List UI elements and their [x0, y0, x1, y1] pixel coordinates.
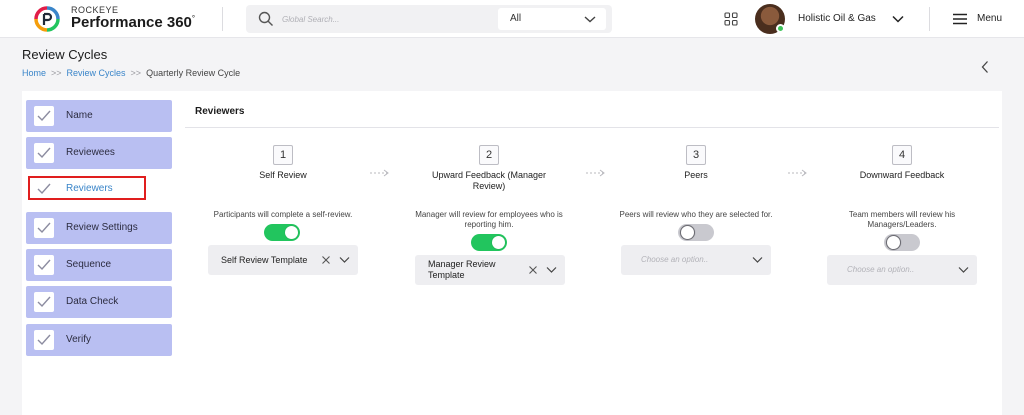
breadcrumb-current: Quarterly Review Cycle	[146, 68, 241, 78]
step-title: Downward Feedback	[859, 170, 945, 180]
peers-template-select[interactable]: Choose an option..	[621, 245, 771, 275]
manager-review-template-select[interactable]: Manager Review Template	[415, 255, 565, 285]
sidebar-item-label: Verify	[66, 334, 92, 345]
reviewers-panel: Reviewers 1 Self Review Participants wil…	[173, 91, 1002, 415]
dotted-arrow-icon	[586, 169, 605, 177]
sidebar-item-label: Review Settings	[66, 222, 138, 233]
sidebar-item-label: Sequence	[66, 259, 112, 270]
step-title: Self Review	[259, 170, 307, 180]
chevron-down-icon	[584, 16, 596, 23]
step-number: 2	[479, 145, 499, 165]
dotted-arrow-icon	[370, 169, 389, 177]
check-icon	[34, 106, 54, 126]
step-description: Peers will review who they are selected …	[619, 210, 773, 219]
active-step-highlight	[28, 176, 146, 200]
brand-name: Performance 360°	[71, 14, 196, 31]
self-review-toggle[interactable]	[264, 224, 300, 241]
apps-grid-icon[interactable]	[724, 12, 738, 26]
organization-name[interactable]: Holistic Oil & Gas	[798, 13, 876, 24]
divider	[185, 127, 999, 128]
section-title: Reviewers	[195, 106, 245, 117]
breadcrumb-review-cycles[interactable]: Review Cycles	[67, 68, 126, 78]
peers-toggle[interactable]	[678, 224, 714, 241]
step-title: Upward Feedback (Manager Review)	[431, 170, 547, 191]
toggle-knob	[492, 236, 505, 249]
menu-button[interactable]: Menu	[977, 13, 1002, 24]
toggle-knob	[680, 225, 695, 240]
sidebar-item-review-settings[interactable]: Review Settings	[26, 212, 172, 244]
sidebar-item-name[interactable]: Name	[26, 100, 172, 132]
breadcrumb: Home >> Review Cycles >> Quarterly Review Cy…	[22, 68, 240, 78]
step-description: Team members will review his Managers/Le…	[848, 210, 956, 229]
step-number: 1	[273, 145, 293, 165]
breadcrumb-separator: >>	[130, 68, 142, 78]
select-value: Manager Review Template	[428, 259, 496, 280]
check-icon	[34, 330, 54, 350]
sidebar-item-reviewees[interactable]: Reviewees	[26, 137, 172, 169]
chevron-down-icon[interactable]	[891, 13, 905, 25]
chevron-down-icon[interactable]	[752, 256, 763, 264]
top-bar: ROCKEYE Performance 360° All Holistic Oi…	[0, 0, 1024, 38]
global-search[interactable]: All	[246, 5, 612, 33]
sidebar-item-label: Name	[66, 110, 93, 121]
check-icon	[34, 292, 54, 312]
toggle-knob	[285, 226, 298, 239]
divider	[929, 7, 930, 31]
downward-feedback-toggle[interactable]	[884, 234, 920, 251]
select-placeholder: Choose an option..	[847, 265, 915, 274]
rockeye-logo-icon	[34, 6, 60, 32]
dotted-arrow-icon	[788, 169, 807, 177]
step-number: 4	[892, 145, 912, 165]
online-status-dot	[776, 24, 785, 33]
search-icon	[258, 11, 273, 26]
sidebar-item-label: Data Check	[66, 296, 119, 307]
chevron-left-icon[interactable]	[979, 60, 991, 74]
check-icon	[34, 255, 54, 275]
chevron-down-icon[interactable]	[958, 266, 969, 274]
toggle-knob	[886, 235, 901, 250]
search-input[interactable]	[282, 11, 472, 27]
select-placeholder: Choose an option..	[641, 255, 709, 264]
chevron-down-icon[interactable]	[339, 256, 350, 264]
clear-icon[interactable]	[321, 255, 331, 265]
divider	[222, 7, 223, 31]
clear-icon[interactable]	[528, 265, 538, 275]
hamburger-menu-icon[interactable]	[952, 13, 968, 25]
upward-feedback-toggle[interactable]	[471, 234, 507, 251]
page-title: Review Cycles	[22, 47, 108, 62]
sidebar-item-label: Reviewees	[66, 147, 115, 158]
select-value: Self Review Template	[221, 255, 308, 265]
sidebar-item-verify[interactable]: Verify	[26, 324, 172, 356]
check-icon	[34, 143, 54, 163]
breadcrumb-separator: >>	[51, 68, 62, 78]
breadcrumb-home[interactable]: Home	[22, 68, 46, 78]
downward-feedback-template-select[interactable]: Choose an option..	[827, 255, 977, 285]
step-number: 3	[686, 145, 706, 165]
search-scope-value: All	[510, 13, 522, 24]
self-review-template-select[interactable]: Self Review Template	[208, 245, 358, 275]
search-scope-select[interactable]: All	[498, 8, 606, 30]
chevron-down-icon[interactable]	[546, 266, 557, 274]
step-title: Peers	[684, 170, 708, 180]
step-description: Participants will complete a self-review…	[213, 210, 353, 219]
sidebar-item-sequence[interactable]: Sequence	[26, 249, 172, 281]
step-description: Manager will review for employees who is…	[415, 210, 563, 229]
check-icon	[34, 218, 54, 238]
step-sidebar: Name Reviewees Reviewers Review Settings…	[22, 91, 173, 415]
sidebar-item-data-check[interactable]: Data Check	[26, 286, 172, 318]
